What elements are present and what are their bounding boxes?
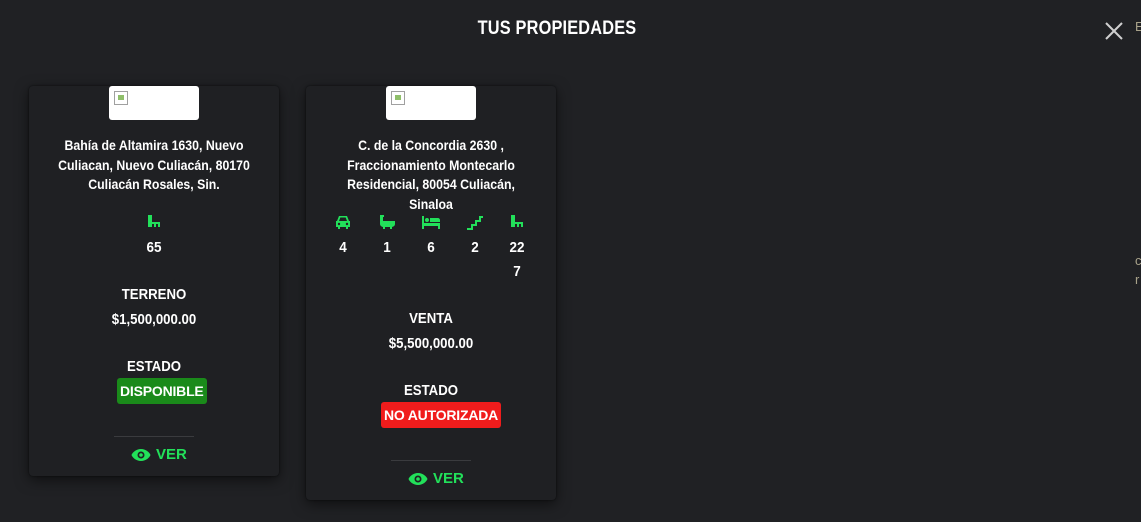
area-icon <box>148 215 160 227</box>
property-price: $1,500,000.00 <box>111 311 197 328</box>
feature-bathrooms-value: 1 <box>383 239 391 256</box>
feature-area: 227 <box>499 214 535 284</box>
offscreen-text-fragment: E <box>1135 19 1141 34</box>
feature-bedrooms: 6 <box>411 214 451 260</box>
property-image <box>109 86 199 120</box>
feature-parking-value: 4 <box>339 239 347 256</box>
property-address: Bahía de Altamira 1630, Nuevo Culiacan, … <box>58 137 250 192</box>
property-operation: VENTA <box>409 310 453 327</box>
view-button[interactable]: VER <box>131 446 187 463</box>
status-badge: NO AUTORIZADA <box>381 402 502 428</box>
close-icon[interactable] <box>1103 20 1125 42</box>
status-label: ESTADO <box>126 358 182 375</box>
area-icon <box>511 215 523 227</box>
feature-area-value: 227 <box>509 239 525 280</box>
property-price: $5,500,000.00 <box>388 335 474 352</box>
eye-icon <box>131 448 151 461</box>
offscreen-text-fragment: c <box>1135 253 1141 268</box>
feature-floors: 2 <box>455 214 495 260</box>
view-button-label: VER <box>156 446 187 463</box>
offscreen-text-fragment: r <box>1135 272 1140 287</box>
divider <box>391 460 471 461</box>
status-label: ESTADO <box>403 382 459 399</box>
feature-floors-value: 2 <box>471 239 479 256</box>
bathtub-icon <box>380 215 395 229</box>
status-badge: DISPONIBLE <box>117 378 207 404</box>
property-card: C. de la Concordia 2630 , Fraccionamient… <box>306 86 556 500</box>
view-button[interactable]: VER <box>408 470 464 487</box>
divider <box>114 436 194 437</box>
bed-icon <box>422 216 440 229</box>
modal-title: TUS PROPIEDADES <box>477 18 637 39</box>
property-address: C. de la Concordia 2630 , Fraccionamient… <box>347 137 515 212</box>
feature-bedrooms-value: 6 <box>427 239 435 256</box>
eye-icon <box>408 472 428 485</box>
property-operation: TERRENO <box>121 286 187 303</box>
view-button-label: VER <box>433 470 464 487</box>
feature-parking: 4 <box>323 214 363 260</box>
broken-image-icon <box>391 91 405 105</box>
property-card: Bahía de Altamira 1630, Nuevo Culiacan, … <box>29 86 279 476</box>
feature-area-value: 65 <box>146 239 162 256</box>
stairs-icon <box>467 216 483 230</box>
feature-bathrooms: 1 <box>367 214 407 260</box>
car-icon <box>336 216 350 229</box>
property-image <box>386 86 476 120</box>
feature-area: 65 <box>134 214 174 260</box>
broken-image-icon <box>114 91 128 105</box>
